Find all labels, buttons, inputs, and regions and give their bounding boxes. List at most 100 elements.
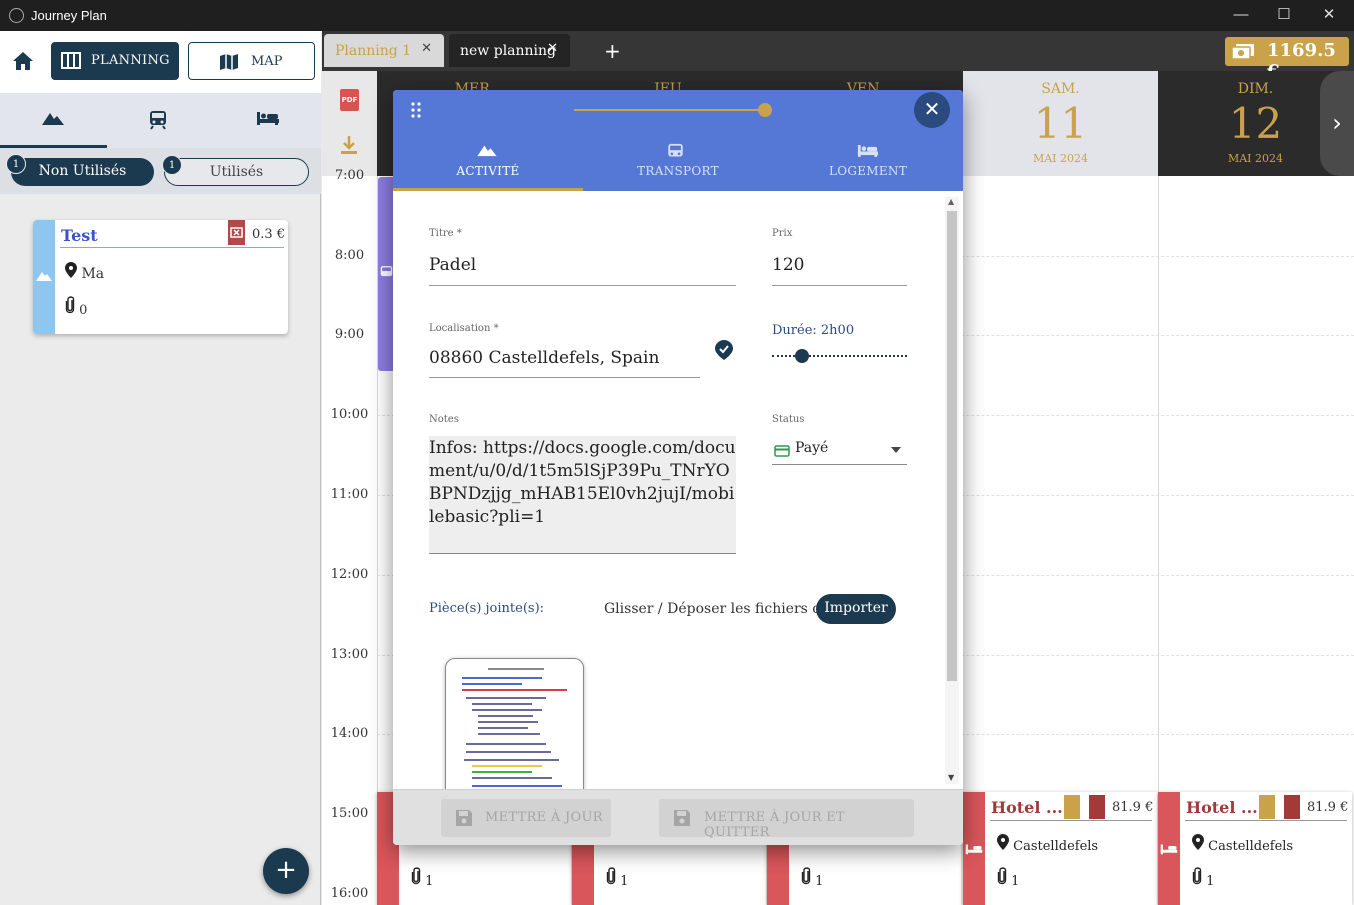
- add-tab-button[interactable]: +: [604, 39, 621, 63]
- attachments-label: Pièce(s) jointe(s):: [429, 601, 545, 616]
- filter-unused-label: Non Utilisés: [38, 163, 127, 179]
- hotel-location: Castelldefels: [1192, 834, 1293, 854]
- dialog-footer: METTRE À JOUR METTRE À JOUR ET QUITTER: [393, 789, 963, 845]
- tab-label: LOGEMENT: [828, 164, 908, 178]
- duration-label: Durée: 2h00: [772, 323, 855, 338]
- scroll-down-icon[interactable]: ▼: [948, 773, 954, 782]
- activity-card[interactable]: Test 0.3 € Ma 0: [33, 220, 288, 334]
- day-name: SAM.: [1041, 81, 1080, 97]
- status-select[interactable]: Payé: [772, 437, 907, 465]
- divider: [1185, 820, 1347, 821]
- hour-label: 8:00: [334, 248, 365, 263]
- tab-new-planning[interactable]: new planning ✕: [449, 34, 570, 67]
- maximize-button[interactable]: ☐: [1262, 4, 1306, 26]
- scrollbar[interactable]: ▲ ▼: [945, 197, 959, 784]
- notes-textarea[interactable]: Infos: https://docs.google.com/document/…: [429, 436, 736, 554]
- budget-badge: 1169.5 €: [1225, 37, 1349, 82]
- location-pin-icon: [1192, 834, 1204, 850]
- hotel-attachments: 1: [606, 867, 628, 889]
- hour-label: 10:00: [330, 407, 369, 422]
- hotel-title: Hotel ...: [1186, 798, 1258, 817]
- download-icon[interactable]: [340, 135, 358, 159]
- hotel-attachments: 1: [411, 867, 433, 889]
- home-icon[interactable]: [12, 51, 34, 73]
- hour-label: 11:00: [330, 487, 369, 502]
- tab-lodging[interactable]: [214, 93, 321, 148]
- sidebar: PLANNING MAP Non Utilisés 1 Utilisés 1 T…: [0, 31, 321, 905]
- filter-used[interactable]: Utilisés 1: [162, 155, 309, 186]
- update-button[interactable]: METTRE À JOUR: [441, 799, 611, 837]
- hotel-attachment-count: 1: [425, 874, 434, 889]
- import-button[interactable]: Importer: [816, 594, 896, 624]
- hotel-attachment-count: 1: [815, 874, 824, 889]
- close-tab-icon[interactable]: ✕: [421, 41, 432, 56]
- paperclip-icon: [411, 867, 421, 885]
- tab-planning-1[interactable]: Planning 1 ✕: [324, 34, 444, 67]
- title-underline: [429, 285, 736, 286]
- ticket-icon: [1284, 795, 1300, 819]
- hotel-attachment-count: 1: [1206, 874, 1215, 889]
- category-tabs: [0, 93, 321, 148]
- location-underline: [429, 377, 700, 378]
- tab-activity[interactable]: ACTIVITÉ: [393, 140, 583, 191]
- hotel-event[interactable]: Hotel ... 81.9 € Castelldefels 1: [963, 792, 1157, 905]
- train-icon: [668, 143, 683, 157]
- used-count-badge: 1: [162, 155, 182, 175]
- tab-lodging[interactable]: LOGEMENT: [773, 140, 963, 191]
- planning-tabs: Planning 1 ✕ new planning ✕ + 1169.5 €: [322, 31, 1354, 82]
- size-slider[interactable]: [574, 109, 765, 111]
- columns-icon: [61, 52, 81, 73]
- close-tab-icon[interactable]: ✕: [547, 41, 558, 56]
- tab-label: Planning 1: [335, 43, 412, 59]
- map-button[interactable]: MAP: [188, 42, 315, 80]
- bed-icon: [857, 145, 879, 157]
- attachment-thumbnail[interactable]: [445, 658, 584, 793]
- paperclip-icon: [801, 867, 811, 885]
- ticket-icon: [228, 220, 245, 245]
- hour-label: 16:00: [330, 886, 369, 901]
- planning-button[interactable]: PLANNING: [51, 42, 179, 80]
- next-days-button[interactable]: ›: [1320, 71, 1354, 176]
- tab-transport[interactable]: [107, 93, 214, 148]
- close-dialog-button[interactable]: ✕: [914, 92, 950, 128]
- hotel-event[interactable]: Hotel ... 81.9 € Castelldefels 1: [1158, 792, 1352, 905]
- drop-zone-text[interactable]: Glisser / Déposer les fichiers ou: [604, 601, 830, 617]
- dialog-header: ✕ ACTIVITÉ TRANSPORT LOGEMENT: [393, 90, 963, 191]
- hotel-location-text: Castelldefels: [1013, 839, 1099, 854]
- unused-count-badge: 1: [6, 154, 26, 174]
- divider: [990, 820, 1152, 821]
- mountain-icon: [477, 145, 497, 157]
- filter-unused[interactable]: Non Utilisés 1: [6, 154, 154, 186]
- status-value: Payé: [795, 440, 829, 456]
- tab-label: ACTIVITÉ: [456, 164, 520, 178]
- restaurant-icon: [1259, 795, 1275, 819]
- title-bar: Journey Plan — ☐ ✕: [0, 0, 1354, 31]
- scrollbar-thumb[interactable]: [947, 211, 957, 681]
- drag-handle-icon[interactable]: [411, 102, 421, 122]
- scroll-up-icon[interactable]: ▲: [948, 197, 954, 206]
- pdf-export-icon[interactable]: PDF: [340, 89, 359, 111]
- location-input[interactable]: 08860 Castelldefels, Spain: [429, 348, 659, 368]
- map-label: MAP: [251, 54, 283, 69]
- tab-activities[interactable]: [0, 93, 107, 148]
- duration-slider-thumb[interactable]: [795, 349, 809, 363]
- planning-label: PLANNING: [91, 53, 170, 68]
- card-price: 0.3 €: [252, 227, 286, 242]
- activity-strip: [33, 220, 55, 334]
- duration-slider[interactable]: [772, 355, 907, 357]
- size-slider-thumb[interactable]: [758, 103, 772, 117]
- title-input[interactable]: Padel: [429, 255, 476, 275]
- hour-label: 12:00: [330, 567, 369, 582]
- minimize-button[interactable]: —: [1219, 4, 1263, 26]
- app-logo-icon: [9, 8, 24, 23]
- update-and-quit-button[interactable]: METTRE À JOUR ET QUITTER: [659, 799, 914, 840]
- price-input[interactable]: 120: [772, 255, 804, 275]
- add-item-button[interactable]: +: [263, 848, 309, 894]
- status-label: Status: [772, 414, 805, 425]
- close-window-button[interactable]: ✕: [1307, 4, 1351, 26]
- divider: [60, 247, 284, 248]
- hotel-attachment-count: 1: [1011, 874, 1020, 889]
- tab-transport[interactable]: TRANSPORT: [583, 140, 773, 191]
- tab-label: new planning: [460, 43, 557, 59]
- hour-label: 14:00: [330, 726, 369, 741]
